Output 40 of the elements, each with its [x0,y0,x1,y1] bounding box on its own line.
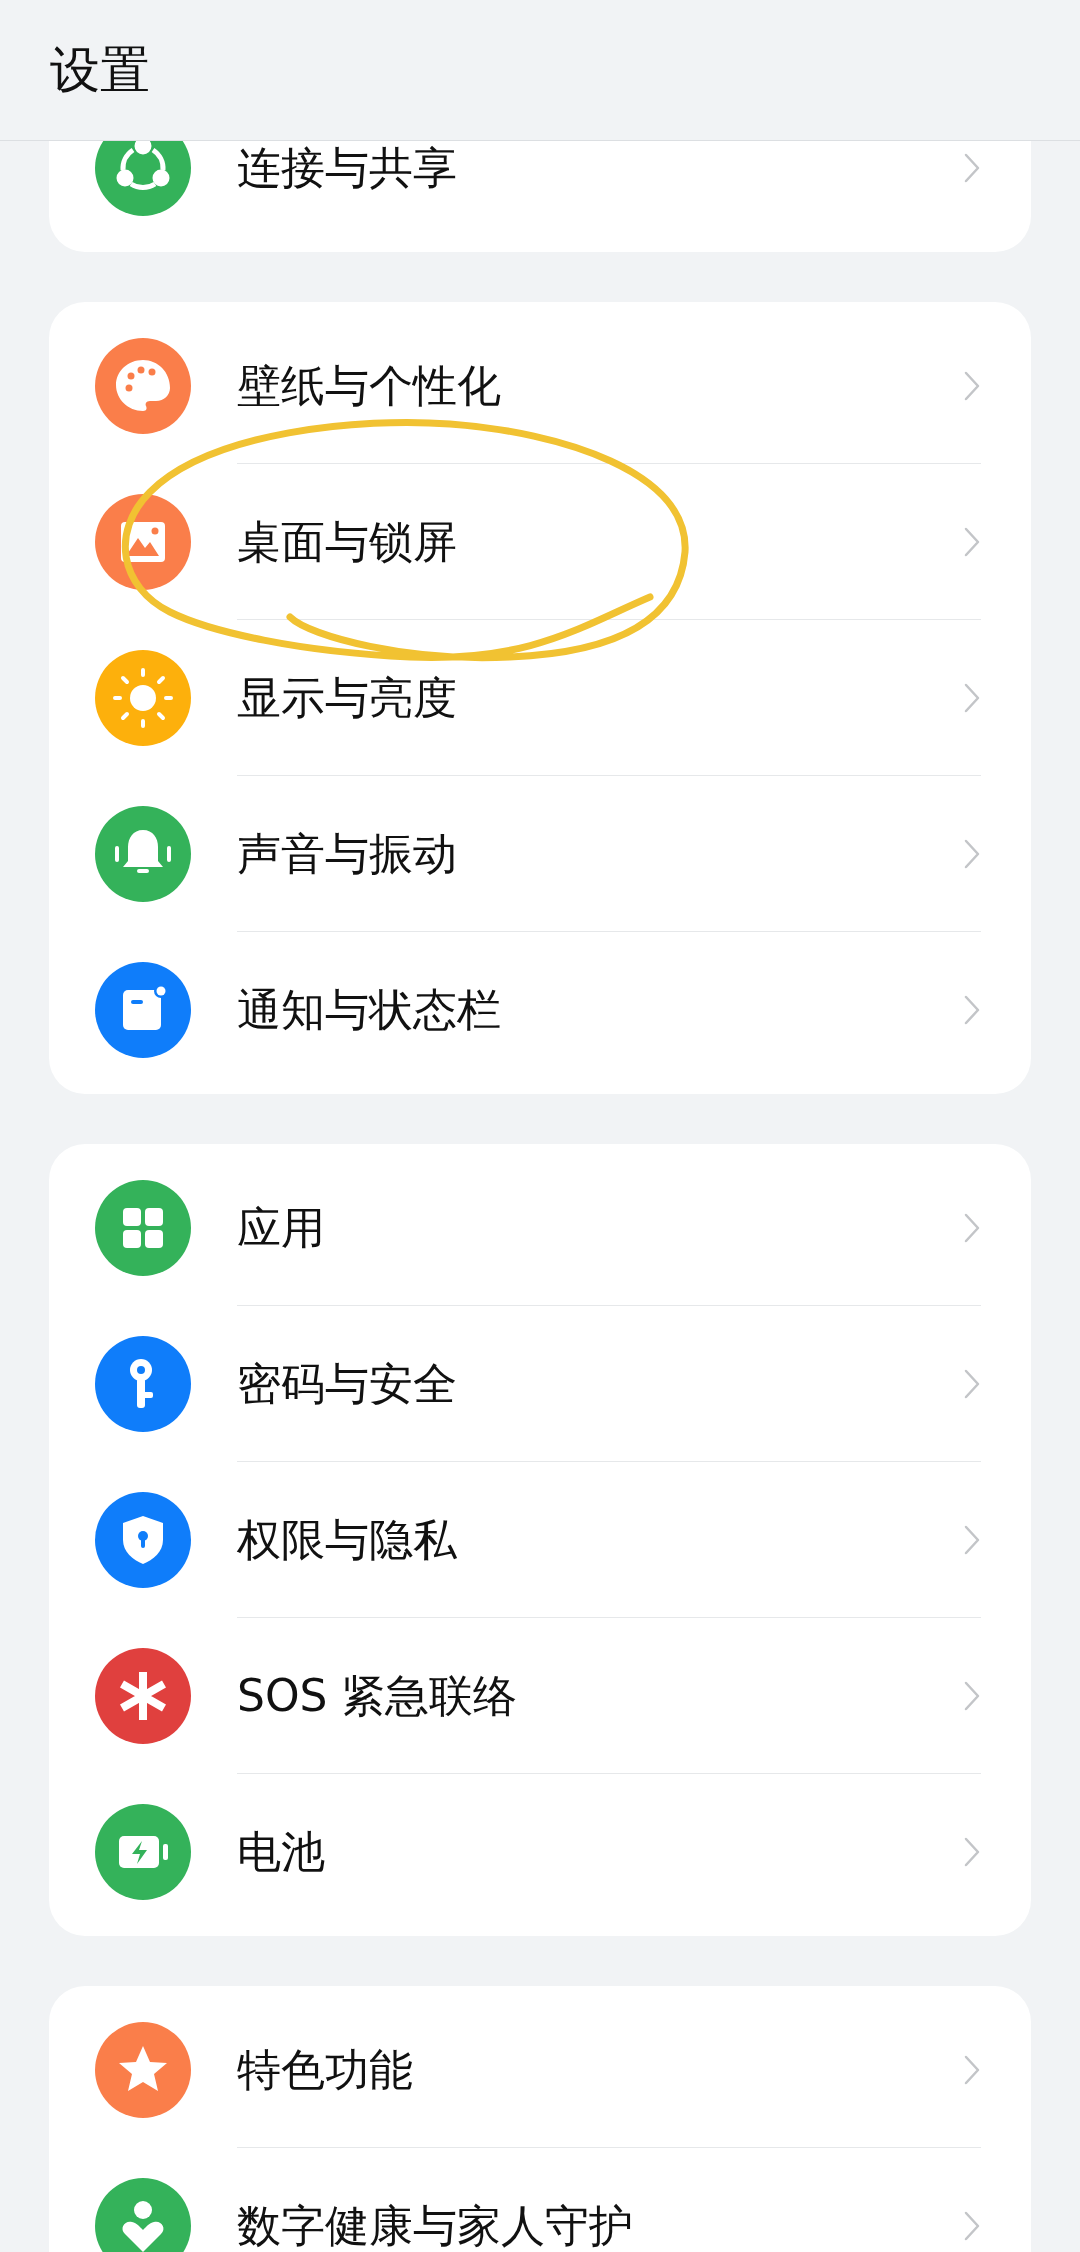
chevron-right-icon [963,2210,981,2242]
row-label: 桌面与锁屏 [237,519,458,564]
row-label: 通知与状态栏 [237,988,502,1032]
settings-row[interactable]: 声音与振动 [49,776,1031,932]
chevron-right-icon [963,1679,981,1712]
row-label: 特色功能 [237,2047,414,2092]
row-label: 声音与振动 [237,831,458,876]
row-label: 权限与隐私 [237,1517,458,1562]
settings-row[interactable]: SOS 紧急联络 [49,1618,1031,1774]
chevron-right-icon [963,525,981,558]
page-title: 设置 [50,45,150,95]
settings-row[interactable]: 密码与安全 [49,1306,1031,1462]
row-label: 壁纸与个性化 [237,363,502,408]
row-label: 应用 [237,1205,326,1250]
chevron-right-icon [963,1836,981,1868]
chevron-right-icon [963,1367,981,1400]
row-label: SOS 紧急联络 [237,1673,519,1718]
chevron-right-icon [963,369,981,402]
chevron-right-icon [963,994,981,1026]
settings-row[interactable]: 电池 [49,1774,1031,1930]
chevron-right-icon [963,2053,981,2086]
settings-row[interactable]: 权限与隐私 [49,1462,1031,1618]
settings-row[interactable]: 通知与状态栏 [49,932,1031,1088]
settings-row[interactable]: 特色功能 [49,1992,1031,2148]
settings-row[interactable]: 显示与亮度 [49,620,1031,776]
settings-row[interactable]: 桌面与锁屏 [49,464,1031,620]
row-label: 数字健康与家人守护 [237,2204,634,2248]
row-label: 连接与共享 [237,146,458,190]
row-label: 电池 [237,1830,326,1874]
chevron-right-icon [963,681,981,714]
chevron-right-icon [963,152,981,184]
settings-row[interactable]: 壁纸与个性化 [49,308,1031,464]
row-label: 密码与安全 [237,1361,458,1406]
settings-row[interactable]: 连接与共享 [49,141,1031,246]
chevron-right-icon [963,1523,981,1556]
settings-row[interactable]: 数字健康与家人守护 [49,2148,1031,2252]
settings-row[interactable]: 应用 [49,1150,1031,1306]
row-label: 显示与亮度 [237,675,458,720]
chevron-right-icon [963,837,981,870]
chevron-right-icon [963,1211,981,1244]
